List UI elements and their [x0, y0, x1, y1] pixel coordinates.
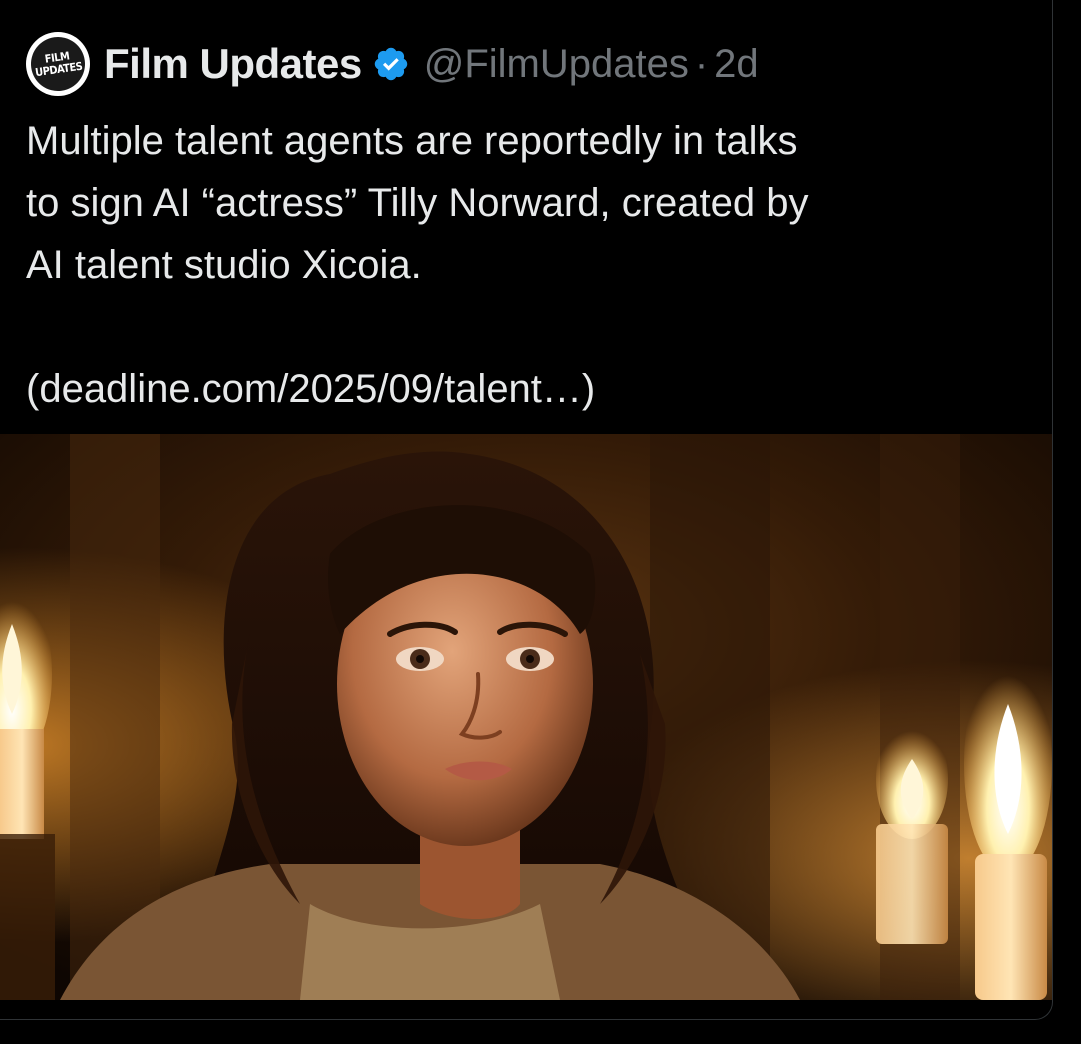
tweet-text: Multiple talent agents are reportedly in…: [26, 119, 809, 411]
display-name[interactable]: Film Updates: [104, 40, 362, 88]
avatar[interactable]: FILM UPDATES: [26, 32, 90, 96]
user-handle[interactable]: @FilmUpdates: [424, 42, 689, 87]
avatar-line-2: UPDATES: [34, 59, 84, 80]
separator-dot: ·: [694, 41, 709, 86]
film-updates-logo-icon: FILM UPDATES: [27, 33, 89, 95]
tweet-header: FILM UPDATES Film Updates @FilmUpdates ·…: [26, 32, 759, 96]
tweet-card[interactable]: FILM UPDATES Film Updates @FilmUpdates ·…: [0, 0, 1053, 1020]
tweet-media-image[interactable]: [0, 434, 1052, 1000]
portrait-photo-candles: [0, 434, 1052, 1000]
timestamp[interactable]: 2d: [714, 42, 759, 87]
verified-badge-icon: [374, 47, 407, 81]
